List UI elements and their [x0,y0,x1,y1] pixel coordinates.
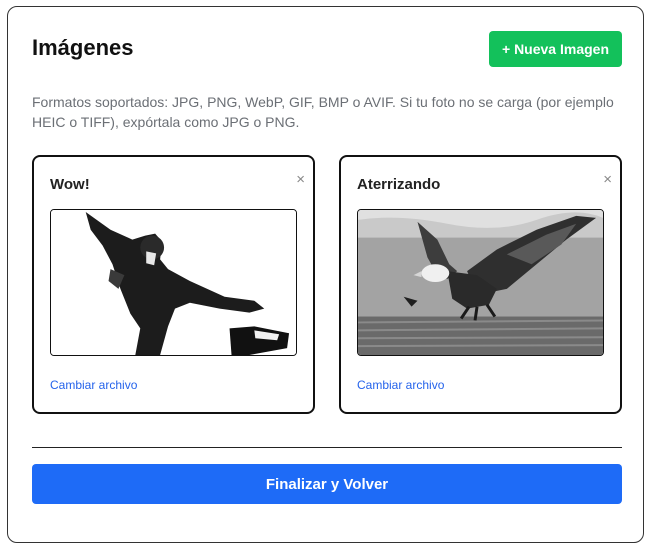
divider [32,447,622,448]
eagle-landing-photo [358,210,603,355]
new-image-button[interactable]: + Nueva Imagen [489,31,622,67]
close-icon[interactable]: × [296,171,305,189]
image-thumbnail [50,209,297,356]
change-file-link[interactable]: Cambiar archivo [50,378,137,392]
image-card: Wow! × Cambiar archivo [32,155,315,414]
image-card-title: Aterrizando [357,176,441,193]
image-thumbnail [357,209,604,356]
close-icon[interactable]: × [603,171,612,189]
image-card-title: Wow! [50,176,90,193]
finish-and-return-button[interactable]: Finalizar y Volver [32,464,622,504]
supported-formats-text: Formatos soportados: JPG, PNG, WebP, GIF… [32,94,614,130]
page-title: Imágenes [32,35,134,60]
person-jumping-photo [51,210,296,355]
image-card: Aterrizando × Cambiar archivo [339,155,622,414]
change-file-link[interactable]: Cambiar archivo [357,378,444,392]
images-panel: Imágenes + Nueva Imagen Formatos soporta… [7,6,644,543]
